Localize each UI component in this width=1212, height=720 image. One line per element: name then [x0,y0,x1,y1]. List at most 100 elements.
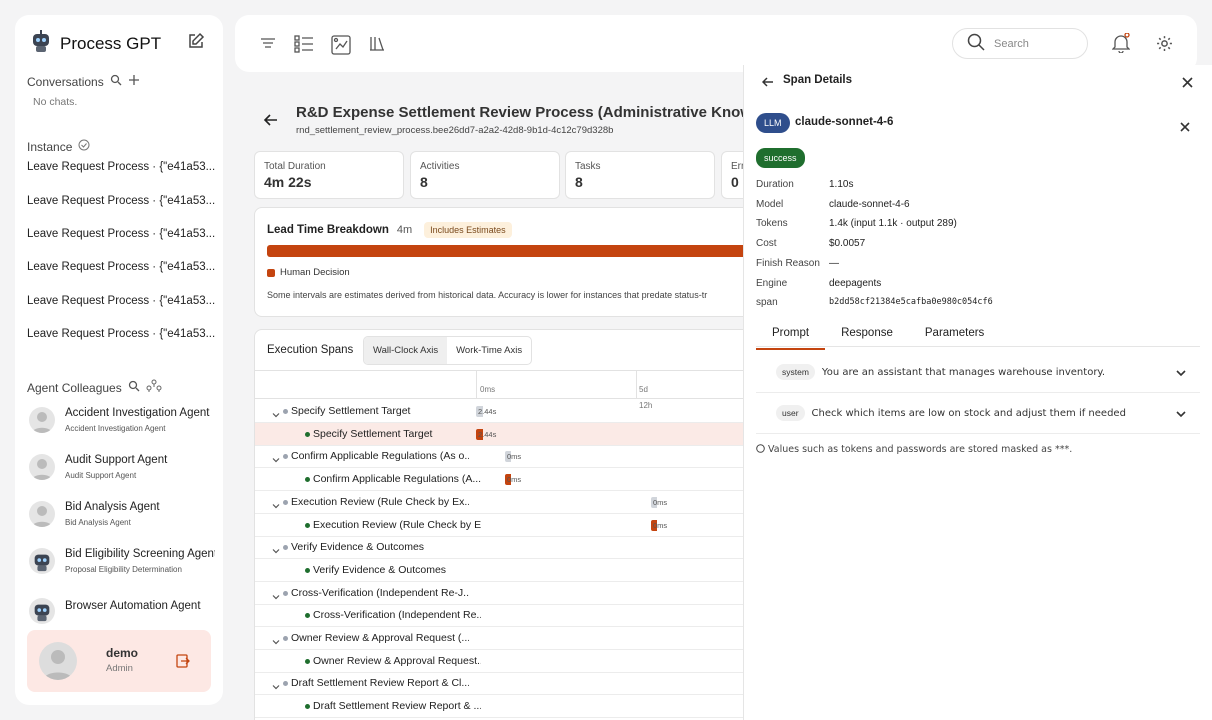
check-circle-icon[interactable] [78,139,90,154]
field-key: Duration [756,179,794,190]
agent-item[interactable]: Bid Eligibility Screening Agent Proposal … [29,548,219,574]
field-key: Tokens [756,218,788,229]
robot-logo-icon [29,29,53,58]
field-value: b2dd58cf21384e5cafba0e980c054cf6 [829,297,993,307]
back-arrow-icon[interactable] [761,75,774,93]
span-bar[interactable]: 2.44s [476,406,505,417]
field-key: span [756,297,778,308]
field-value: $0.0057 [829,238,866,249]
span-bar[interactable]: 0ms [651,496,679,508]
span-row[interactable]: Verify Evidence & Outcomes [255,559,753,582]
lead-time-title: Lead Time Breakdown [267,224,389,236]
span-row[interactable]: Execution Review (Rule Check by Ex... 0ms [255,491,753,514]
span-row[interactable]: Draft Settlement Review Report & ... [255,695,753,719]
span-row[interactable]: Cross-Verification (Independent Re... [255,604,753,628]
span-row[interactable]: Draft Settlement Review Report & Cl... [255,672,753,696]
agent-item[interactable]: Accident Investigation Agent Accident Inv… [29,407,219,433]
notification-bell-icon[interactable] [1111,32,1131,58]
status-dot [305,431,310,437]
close-icon[interactable] [1180,119,1190,137]
message-text: Check which items are low on stock and a… [811,407,1126,419]
instance-label: Instance [27,139,73,154]
add-conversation-icon[interactable] [128,74,140,89]
settings-gear-icon[interactable] [1156,35,1173,57]
legend-label: Human Decision [280,267,350,278]
status-dot [283,499,288,505]
status-dot [305,704,310,710]
agent-role: Proposal Eligibility Determination [65,565,182,574]
search-agents-icon[interactable] [128,380,140,395]
span-name: Draft Settlement Review Report & Cl... [291,677,469,690]
new-chat-edit-icon[interactable] [187,32,205,55]
span-row[interactable]: Specify Settlement Target 2.44s [255,400,753,423]
work-time-axis-tab[interactable]: Work-Time Axis [447,337,531,364]
chevron-down-icon[interactable] [272,451,280,469]
instance-item[interactable]: Leave Request Process · {"e41a53... [27,195,217,207]
span-bar[interactable]: 0ms [505,451,533,463]
process-map-icon[interactable] [331,35,351,60]
chevron-down-icon[interactable] [272,497,280,515]
agent-name: Browser Automation Agent [65,600,201,612]
instance-item[interactable]: Leave Request Process · {"e41a53... [27,295,217,307]
chevron-down-icon[interactable] [272,406,280,424]
agent-role: Bid Analysis Agent [65,518,131,527]
span-row[interactable]: Verify Evidence & Outcomes [255,536,753,560]
metric-value: 4m 22s [264,174,312,190]
status-dot [305,613,310,619]
wall-clock-axis-tab[interactable]: Wall-Clock Axis [364,337,448,364]
span-name: Confirm Applicable Regulations (A... [313,473,481,486]
list-view-icon[interactable] [294,35,314,58]
library-icon[interactable] [369,35,385,56]
metric-label: Err [731,161,745,172]
span-name: Verify Evidence & Outcomes [313,563,447,576]
field-key: Engine [756,278,788,289]
field-key: Cost [756,238,777,249]
agent-item[interactable]: Browser Automation Agent [29,598,219,624]
status-dot [305,567,310,573]
avatar [29,501,55,527]
instance-item[interactable]: Leave Request Process · {"e41a53... [27,328,217,340]
message-text: You are an assistant that manages wareho… [821,366,1106,378]
span-row[interactable]: Execution Review (Rule Check by E... 0ms [255,514,753,537]
agent-name: Accident Investigation Agent [65,407,210,419]
chevron-down-icon[interactable] [272,542,280,560]
lead-time-bar [267,245,753,257]
span-bar[interactable]: 0ms [505,474,533,486]
chevron-down-icon[interactable] [272,678,280,696]
search-input[interactable]: Search [952,28,1088,59]
conversations-header: Conversations [27,74,140,89]
chevron-down-icon[interactable] [272,633,280,651]
brand[interactable]: Process GPT [29,29,161,58]
process-title: R&D Expense Settlement Review Process (A… [296,104,792,121]
span-bar[interactable]: 2.44s [476,428,505,440]
robot-avatar-icon [29,598,55,624]
close-icon[interactable] [1182,75,1193,93]
span-bar[interactable]: 0ms [651,519,679,531]
span-row[interactable]: Owner Review & Approval Request... [255,650,753,673]
agent-item[interactable]: Audit Support Agent Audit Support Agent [29,454,219,480]
robot-avatar-icon [29,548,55,574]
menu-lines-icon[interactable] [260,35,276,56]
user-card[interactable]: demo Admin [27,630,211,692]
instance-item[interactable]: Leave Request Process · {"e41a53... [27,261,217,273]
instance-item[interactable]: Leave Request Process · {"e41a53... [27,228,217,240]
agent-item[interactable]: Bid Analysis Agent Bid Analysis Agent [29,501,219,527]
logout-icon[interactable] [176,654,190,673]
chevron-down-icon[interactable] [272,588,280,606]
field-value: 1.4k (input 1.1k · output 289) [829,218,957,229]
process-id: rnd_settlement_review_process.bee26dd7-a… [296,125,614,136]
span-row[interactable]: Cross-Verification (Independent Re-J... [255,582,753,605]
metric-card: Tasks 8 [565,151,715,199]
back-arrow-icon[interactable] [263,112,279,133]
search-conversations-icon[interactable] [110,74,122,89]
org-chart-icon[interactable] [146,379,162,396]
prompt-message[interactable]: system You are an assistant that manages… [756,352,1200,393]
chevron-down-icon[interactable] [1176,406,1186,424]
span-row[interactable]: Confirm Applicable Regulations (A... 0ms [255,468,753,492]
span-row[interactable]: Specify Settlement Target 2.44s [255,422,753,446]
span-row[interactable]: Confirm Applicable Regulations (As o... 0… [255,445,753,469]
chevron-down-icon[interactable] [1176,365,1186,383]
prompt-message[interactable]: user Check which items are low on stock … [756,393,1200,434]
instance-item[interactable]: Leave Request Process · {"e41a53... [27,161,217,173]
span-row[interactable]: Owner Review & Approval Request (... [255,627,753,650]
